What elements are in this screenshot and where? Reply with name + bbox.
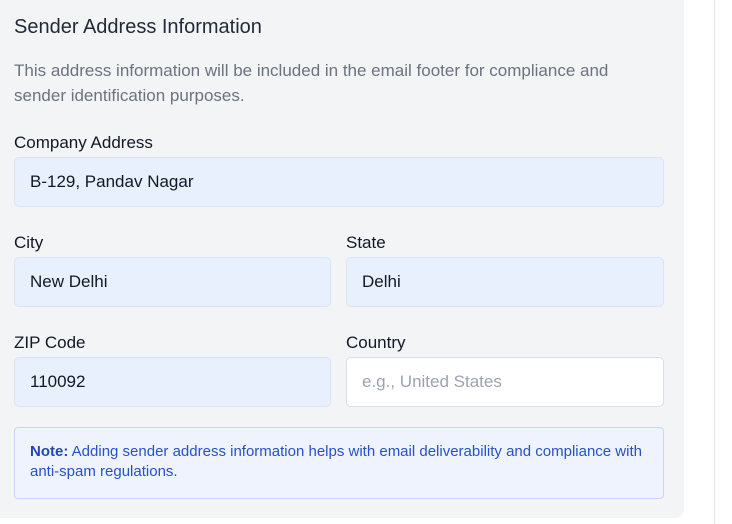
city-label: City [14, 233, 44, 252]
note-text: Adding sender address information helps … [30, 443, 642, 480]
deliverability-note: Note: Adding sender address information … [14, 427, 664, 499]
country-input[interactable] [346, 357, 664, 407]
company-address-label: Company Address [14, 133, 153, 152]
right-divider [714, 0, 715, 524]
company-address-input[interactable] [14, 157, 664, 207]
section-title: Sender Address Information [14, 16, 262, 38]
city-input[interactable] [14, 257, 331, 307]
note-prefix: Note: [30, 443, 69, 460]
section-description: This address information will be include… [14, 61, 609, 105]
country-label: Country [346, 333, 406, 352]
sender-address-panel: Sender Address Information This address … [0, 0, 684, 518]
zip-code-input[interactable] [14, 357, 331, 407]
state-input[interactable] [346, 257, 664, 307]
state-label: State [346, 233, 386, 252]
zip-code-label: ZIP Code [14, 333, 86, 352]
